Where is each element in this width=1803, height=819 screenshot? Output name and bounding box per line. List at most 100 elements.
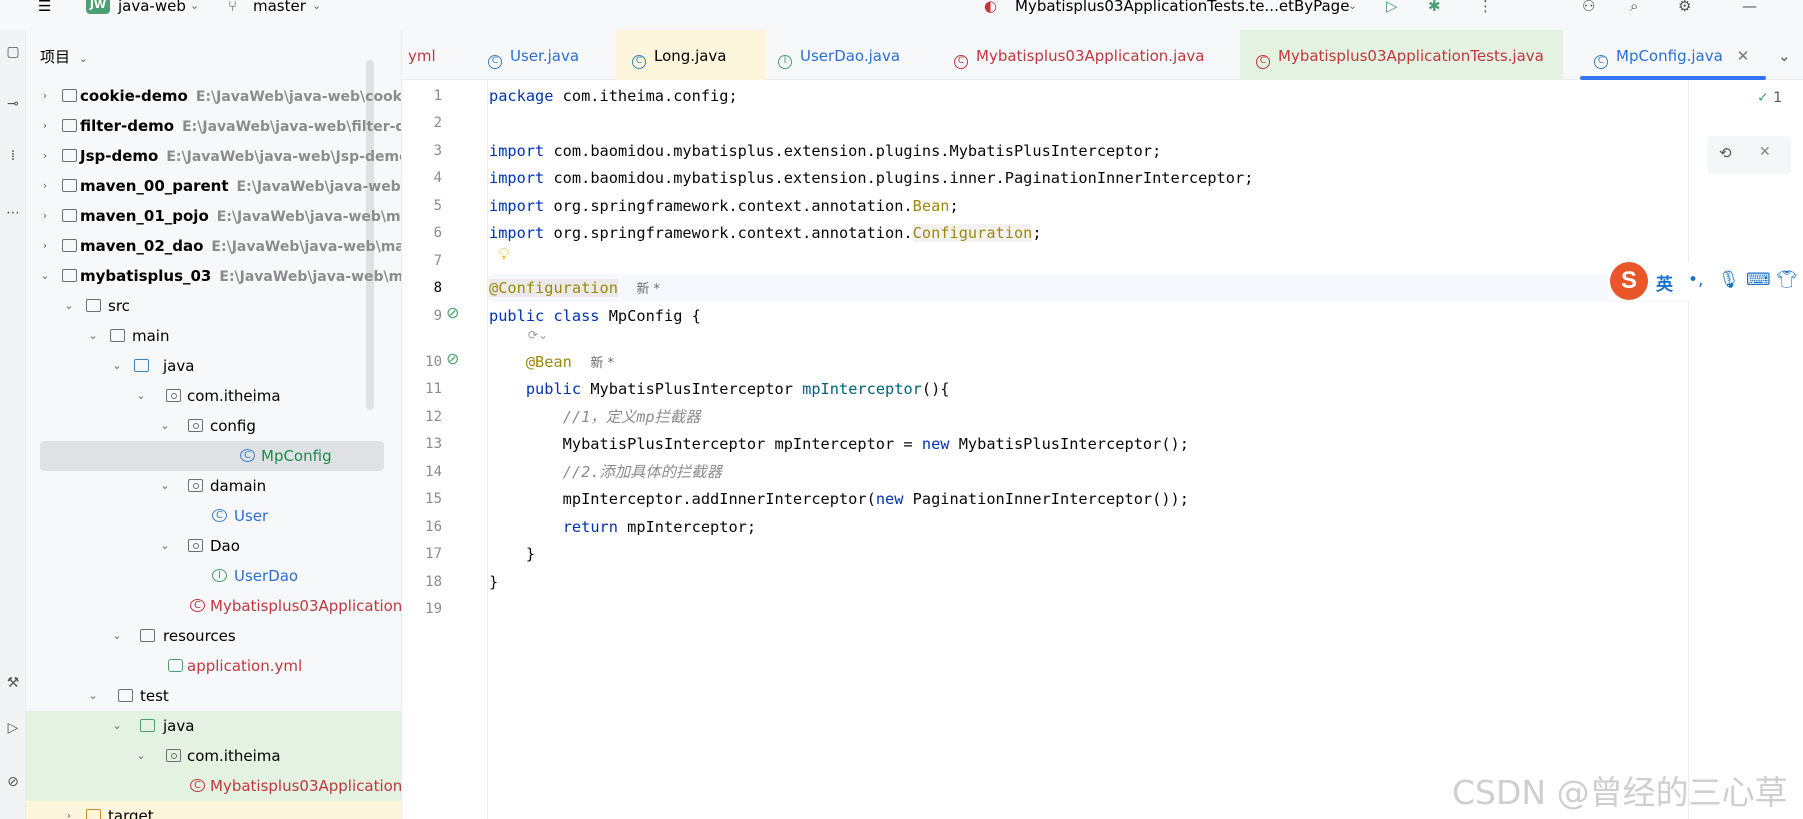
skin-icon[interactable]: 👕︎ (1776, 270, 1798, 290)
chevron-down-icon[interactable]: ⌄ (158, 411, 172, 441)
tree-item-class-selected[interactable]: MpConfig (40, 441, 384, 471)
run-tool-icon[interactable]: ▷ (0, 720, 26, 736)
project-badge[interactable]: JW (86, 0, 110, 14)
code-line-8[interactable]: @Configuration 新 * (489, 278, 660, 300)
tree-item-module[interactable]: › maven_00_parent E:\JavaWeb\java-web\m (26, 171, 401, 201)
code-line-9[interactable]: public class MpConfig { (489, 306, 701, 326)
problems-indicator[interactable]: ✓ 1 (1757, 90, 1782, 106)
debug-icon[interactable]: ✱ (1428, 0, 1441, 14)
tree-item-folder[interactable]: › target (26, 801, 401, 819)
lightbulb-icon[interactable]: 💡︎ (498, 245, 510, 265)
tree-item-folder[interactable]: ⌄ test (26, 681, 401, 711)
chevron-down-icon[interactable]: ⌄ (86, 321, 100, 351)
chevron-right-icon[interactable]: › (38, 231, 52, 261)
tree-item-folder[interactable]: ⌄ resources (26, 621, 401, 651)
ime-language-toggle[interactable]: 英 (1656, 270, 1673, 295)
chevron-right-icon[interactable]: › (38, 171, 52, 201)
code-line-6[interactable]: import org.springframework.context.annot… (489, 223, 1042, 243)
chevron-down-icon[interactable]: ⌄ (62, 291, 76, 321)
chevron-right-icon[interactable]: › (62, 801, 76, 819)
code-line-16[interactable]: return mpInterceptor; (489, 517, 756, 537)
code-line-3[interactable]: import com.baomidou.mybatisplus.extensio… (489, 141, 1161, 161)
code-line-13[interactable]: MybatisPlusInterceptor mpInterceptor = n… (489, 434, 1189, 454)
main-menu-icon[interactable]: ☰ (38, 0, 51, 14)
tree-item-module[interactable]: › Jsp-demo E:\JavaWeb\java-web\Jsp-demo (26, 141, 401, 171)
tree-item-module[interactable]: › maven_01_pojo E:\JavaWeb\java-web\mav (26, 201, 401, 231)
minimize-icon[interactable]: — (1742, 0, 1757, 14)
tree-item-file[interactable]: application.yml (26, 651, 401, 681)
tree-item-package[interactable]: ⌄ com.itheima (26, 741, 401, 771)
tree-item-interface[interactable]: UserDao (26, 561, 401, 591)
tab-yml[interactable]: yml (408, 30, 436, 80)
more-tools-icon[interactable]: ⋯ (0, 205, 26, 221)
code-line-12[interactable]: //1，定义mp拦截器 (489, 407, 701, 427)
run-config-name[interactable]: Mybatisplus03ApplicationTests.te...etByP… (1015, 0, 1349, 14)
project-tool-icon[interactable]: ▢ (0, 44, 26, 60)
tab-list-chevron-icon[interactable]: ⌄ (1778, 30, 1791, 80)
chevron-down-icon[interactable]: ⌄ (110, 351, 124, 381)
code-vision-icon[interactable]: ⟳⌄ (528, 328, 548, 342)
punctuation-icon[interactable]: •, (1688, 270, 1703, 290)
close-icon[interactable]: ✕ (1737, 47, 1750, 65)
chevron-down-icon[interactable]: ⌄ (190, 0, 199, 14)
tree-item-folder[interactable]: ⌄ java (26, 711, 401, 741)
microphone-icon[interactable]: 🎙︎ (1718, 270, 1740, 290)
code-line-4[interactable]: import com.baomidou.mybatisplus.extensio… (489, 168, 1253, 188)
run-icon[interactable]: ▷ (1386, 0, 1398, 14)
structure-icon[interactable]: ⁞ (0, 148, 26, 164)
tab-user[interactable]: C User.java (488, 30, 579, 80)
tree-item-folder[interactable]: ⌄ java (26, 351, 401, 381)
more-icon[interactable]: ⋮ (1478, 0, 1493, 14)
project-name[interactable]: java-web (118, 0, 186, 14)
chevron-down-icon[interactable]: ⌄ (134, 741, 148, 771)
add-user-icon[interactable]: ⚇ (1582, 0, 1595, 14)
tree-item-package[interactable]: ⌄ damain (26, 471, 401, 501)
tree-item-class[interactable]: User (26, 501, 401, 531)
tab-mpconfig-active[interactable]: C MpConfig.java ✕ (1594, 30, 1749, 80)
keyboard-icon[interactable]: ⌨ (1746, 270, 1771, 290)
chevron-down-icon[interactable]: ⌄ (110, 711, 124, 741)
close-icon[interactable]: ✕ (1759, 144, 1771, 160)
tree-item-module[interactable]: › filter-demo E:\JavaWeb\java-web\filter-… (26, 111, 401, 141)
ai-assistant-icon[interactable]: ⟲ (1719, 144, 1732, 162)
build-icon[interactable]: ⚒ (0, 675, 26, 691)
search-icon[interactable]: ⌕ (1630, 0, 1638, 14)
chevron-down-icon[interactable]: ⌄ (1348, 0, 1357, 14)
settings-icon[interactable]: ⚙ (1678, 0, 1691, 14)
chevron-right-icon[interactable]: › (38, 111, 52, 141)
tree-item-app-class[interactable]: Mybatisplus03Application (26, 771, 401, 801)
chevron-right-icon[interactable]: › (38, 201, 52, 231)
tree-item-folder[interactable]: ⌄ src (26, 291, 401, 321)
tree-item-package[interactable]: ⌄ com.itheima (26, 381, 401, 411)
tree-item-module[interactable]: › maven_02_dao E:\JavaWeb\java-web\mav (26, 231, 401, 261)
code-line-1[interactable]: package com.itheima.config; (489, 86, 738, 106)
code-line-18[interactable]: } (489, 572, 498, 592)
chevron-down-icon[interactable]: ⌄ (79, 52, 88, 65)
project-panel-header[interactable]: 项目 ⌄ (40, 46, 88, 67)
code-line-11[interactable]: public MybatisPlusInterceptor mpIntercep… (489, 379, 950, 399)
commit-icon[interactable]: ⊸ (0, 96, 26, 112)
ime-logo[interactable]: S (1610, 262, 1648, 300)
chevron-down-icon[interactable]: ⌄ (158, 471, 172, 501)
tab-userdao[interactable]: I UserDao.java (778, 30, 900, 80)
chevron-down-icon[interactable]: ⌄ (158, 531, 172, 561)
chevron-down-icon[interactable]: ⌄ (312, 0, 321, 14)
chevron-down-icon[interactable]: ⌄ (134, 381, 148, 411)
code-line-5[interactable]: import org.springframework.context.annot… (489, 196, 959, 216)
code-line-15[interactable]: mpInterceptor.addInnerInterceptor(new Pa… (489, 489, 1189, 509)
spring-bean-gutter-icon[interactable]: ⊘ (446, 349, 459, 368)
tree-item-module[interactable]: ⌄ mybatisplus_03 E:\JavaWeb\java-web\myb (26, 261, 401, 291)
tab-long[interactable]: C Long.java (616, 30, 766, 80)
services-icon[interactable]: ⊘ (0, 774, 26, 790)
chevron-down-icon[interactable]: ⌄ (38, 261, 52, 291)
tab-application-tests[interactable]: C Mybatisplus03ApplicationTests.java (1240, 30, 1563, 80)
code-line-17[interactable]: } (489, 544, 535, 564)
tree-item-package[interactable]: ⌄ config (26, 411, 401, 441)
tab-application[interactable]: C Mybatisplus03Application.java (954, 30, 1205, 80)
branch-name[interactable]: master (253, 0, 306, 14)
chevron-right-icon[interactable]: › (38, 141, 52, 171)
tree-item-module[interactable]: › cookie-demo E:\JavaWeb\java-web\cookie (26, 81, 401, 111)
tree-item-folder[interactable]: ⌄ main (26, 321, 401, 351)
chevron-down-icon[interactable]: ⌄ (86, 681, 100, 711)
tree-item-app-class[interactable]: Mybatisplus03Application (26, 591, 401, 621)
